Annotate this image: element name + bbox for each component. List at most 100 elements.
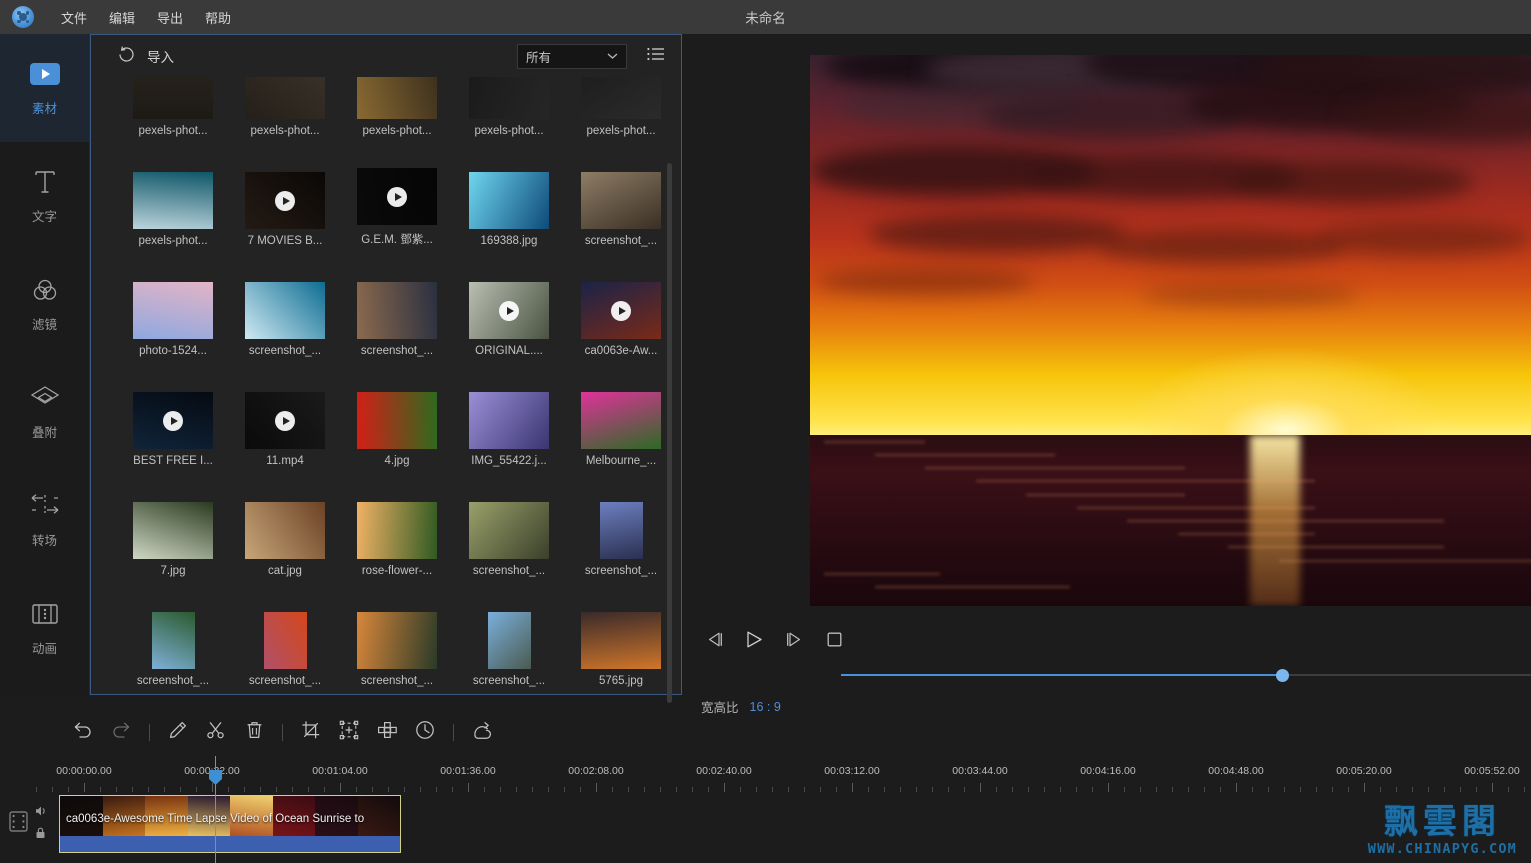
- media-item-label: ORIGINAL....: [475, 345, 543, 357]
- media-item[interactable]: screenshot_...: [565, 471, 677, 581]
- media-item-label: screenshot_...: [584, 235, 658, 247]
- lock-icon[interactable]: [35, 826, 48, 844]
- sidebar-item-label: 动画: [31, 642, 57, 656]
- crop-button[interactable]: [292, 714, 330, 752]
- media-thumbnail: [133, 77, 213, 119]
- sidebar-item-2[interactable]: 滤镜: [0, 250, 89, 358]
- play-overlay-icon[interactable]: [611, 300, 631, 321]
- chevron-down-icon: [607, 49, 618, 63]
- media-item[interactable]: screenshot_...: [453, 581, 565, 691]
- media-filter-select[interactable]: 所有: [517, 43, 627, 69]
- sidebar-item-5[interactable]: 动画: [0, 574, 89, 682]
- media-item[interactable]: 169388.jpg: [453, 141, 565, 251]
- media-item[interactable]: G.E.M. 鄧紫...: [341, 141, 453, 251]
- media-item[interactable]: Melbourne_...: [565, 361, 677, 471]
- media-thumbnail: [245, 502, 325, 559]
- media-item[interactable]: BEST FREE I...: [117, 361, 229, 471]
- transform-button[interactable]: [330, 714, 368, 752]
- play-overlay-icon[interactable]: [499, 300, 519, 321]
- media-grid: pexels-phot... pexels-phot... pexels-phot.…: [91, 77, 683, 691]
- ruler-tick-major: [980, 783, 981, 792]
- media-item[interactable]: screenshot_...: [341, 251, 453, 361]
- list-view-button[interactable]: [645, 45, 667, 67]
- delete-button[interactable]: [235, 714, 273, 752]
- menu-help[interactable]: 帮助: [194, 4, 242, 31]
- media-item[interactable]: 4.jpg: [341, 361, 453, 471]
- media-item[interactable]: 11.mp4: [229, 361, 341, 471]
- media-item-label: screenshot_...: [248, 345, 322, 357]
- media-grid-scroll-area[interactable]: pexels-phot... pexels-phot... pexels-phot.…: [91, 77, 683, 694]
- sidebar-item-3[interactable]: 叠附: [0, 358, 89, 466]
- stop-button[interactable]: [821, 629, 847, 655]
- media-browser-scrollbar[interactable]: [667, 163, 672, 703]
- media-item-label: photo-1524...: [139, 345, 207, 357]
- menu-file[interactable]: 文件: [50, 4, 98, 31]
- scissors-icon: [206, 720, 226, 745]
- menubar: 文件 编辑 导出 帮助: [50, 4, 242, 31]
- ruler-tick-major: [1108, 783, 1109, 792]
- redo-icon: [110, 720, 132, 745]
- seek-slider[interactable]: [841, 669, 1531, 682]
- media-item[interactable]: ORIGINAL....: [453, 251, 565, 361]
- media-item[interactable]: photo-1524...: [117, 251, 229, 361]
- cloud-shape: [1228, 161, 1474, 204]
- menu-edit[interactable]: 编辑: [98, 4, 146, 31]
- video-preview[interactable]: [810, 55, 1531, 606]
- play-overlay-icon[interactable]: [387, 186, 407, 207]
- media-item[interactable]: 7.jpg: [117, 471, 229, 581]
- trash-icon: [245, 720, 264, 745]
- ruler-tick-major: [84, 783, 85, 792]
- app-logo-icon: [12, 6, 34, 28]
- ruler-tick-major: [1492, 783, 1493, 792]
- seek-handle[interactable]: [1276, 669, 1289, 682]
- timeline-ruler[interactable]: 00:00:00.00 00:00:32.00 00:01:04.00 00:01:3…: [0, 756, 1531, 792]
- media-thumbnail: [245, 172, 325, 229]
- mosaic-button[interactable]: [368, 714, 406, 752]
- media-item[interactable]: 7 MOVIES B...: [229, 141, 341, 251]
- play-overlay-icon[interactable]: [275, 410, 295, 431]
- media-item[interactable]: screenshot_...: [117, 581, 229, 691]
- media-item-label: 7 MOVIES B...: [247, 235, 323, 247]
- media-item[interactable]: cat.jpg: [229, 471, 341, 581]
- video-editor-window: 文件编辑导出帮助 未命名 素材文字滤镜叠附转场动画 导入 所有: [0, 0, 1531, 863]
- media-item-label: screenshot_...: [584, 565, 658, 577]
- media-item[interactable]: screenshot_...: [565, 141, 677, 251]
- undo-button[interactable]: [64, 714, 102, 752]
- media-item[interactable]: screenshot_...: [453, 471, 565, 581]
- media-item[interactable]: screenshot_...: [229, 581, 341, 691]
- mosaic-icon: [377, 720, 398, 745]
- timeline-clip[interactable]: ca0063e-Awesome Time Lapse Video of Ocea…: [59, 795, 401, 853]
- media-item[interactable]: pexels-phot...: [565, 77, 677, 141]
- media-item[interactable]: screenshot_...: [229, 251, 341, 361]
- import-button[interactable]: 导入: [117, 45, 174, 67]
- media-item[interactable]: rose-flower-...: [341, 471, 453, 581]
- speaker-icon[interactable]: [35, 804, 48, 822]
- media-item[interactable]: pexels-phot...: [229, 77, 341, 141]
- previous-frame-button[interactable]: [701, 629, 727, 655]
- media-item[interactable]: IMG_55422.j...: [453, 361, 565, 471]
- media-item[interactable]: pexels-phot...: [341, 77, 453, 141]
- media-thumbnail: [357, 282, 437, 339]
- play-overlay-icon[interactable]: [275, 190, 295, 211]
- undo-icon: [72, 720, 94, 745]
- sidebar-item-4[interactable]: 转场: [0, 466, 89, 574]
- next-frame-button[interactable]: [781, 629, 807, 655]
- media-item[interactable]: pexels-phot...: [117, 77, 229, 141]
- play-overlay-icon[interactable]: [163, 410, 183, 431]
- media-item[interactable]: 5765.jpg: [565, 581, 677, 691]
- sidebar-item-1[interactable]: 文字: [0, 142, 89, 250]
- play-button[interactable]: [741, 629, 767, 655]
- media-item[interactable]: ca0063e-Aw...: [565, 251, 677, 361]
- media-browser-panel: 导入 所有 pexels-phot... pexels-phot... pexe…: [90, 34, 683, 703]
- share-icon: [472, 720, 493, 745]
- menu-export[interactable]: 导出: [146, 4, 194, 31]
- sidebar-item-0[interactable]: 素材: [0, 34, 89, 142]
- ruler-tick-major: [340, 783, 341, 792]
- media-item[interactable]: pexels-phot...: [117, 141, 229, 251]
- export-button[interactable]: [463, 714, 501, 752]
- speed-button[interactable]: [406, 714, 444, 752]
- edit-button[interactable]: [159, 714, 197, 752]
- media-item[interactable]: screenshot_...: [341, 581, 453, 691]
- media-item[interactable]: pexels-phot...: [453, 77, 565, 141]
- split-button[interactable]: [197, 714, 235, 752]
